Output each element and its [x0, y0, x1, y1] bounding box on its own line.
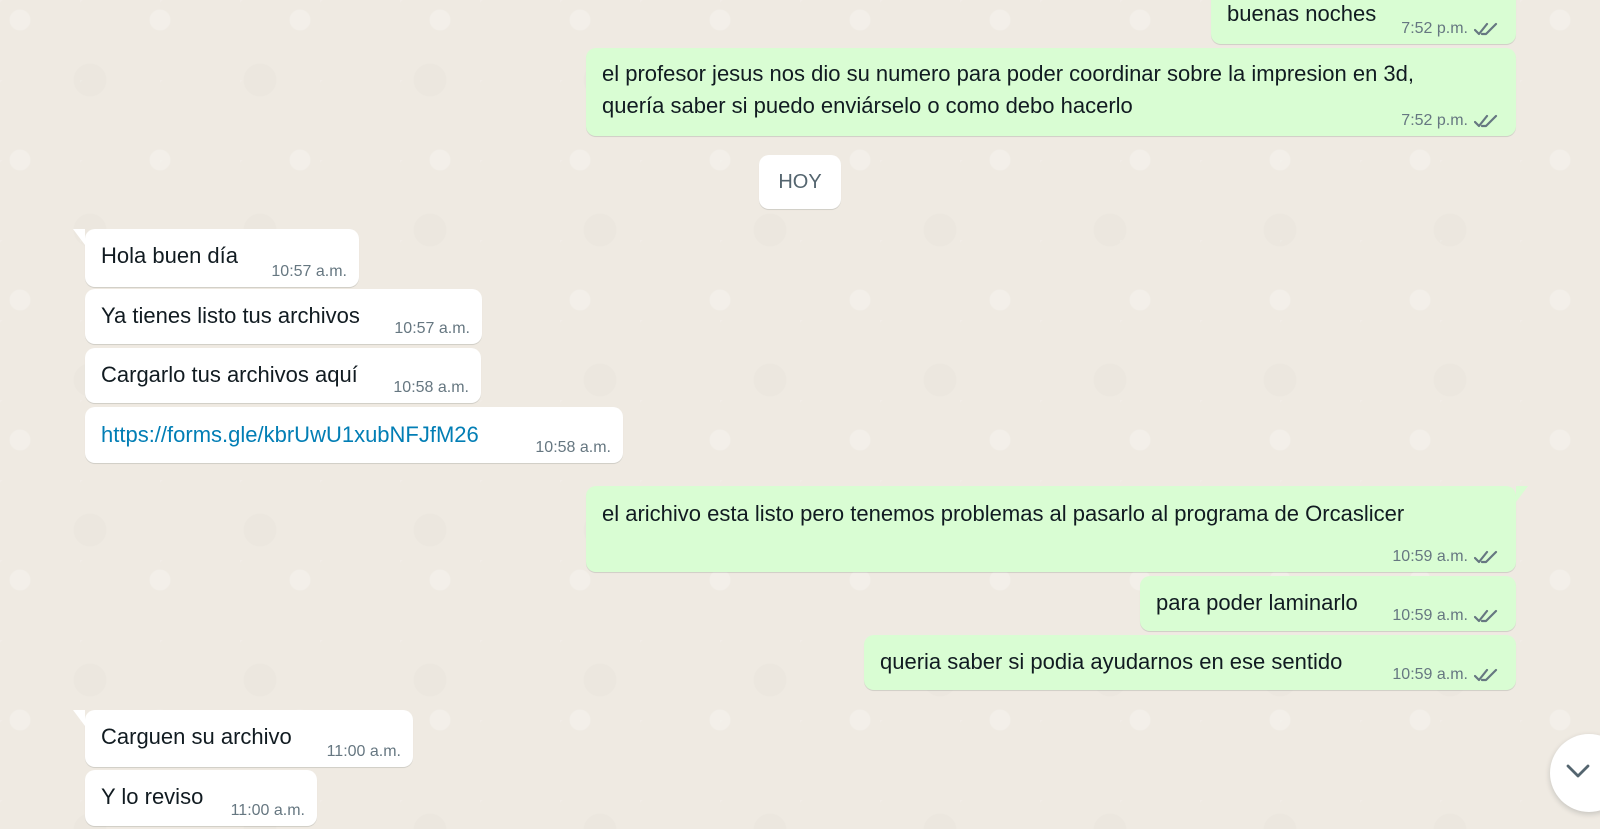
message-time: 7:52 p.m.: [1401, 112, 1468, 129]
message-time: 10:59 a.m.: [1392, 666, 1468, 683]
incoming-message[interactable]: https://forms.gle/kbrUwU1xubNFJfM26 10:5…: [85, 407, 623, 463]
double-check-icon: [1474, 608, 1500, 624]
outgoing-message[interactable]: el profesor jesus nos dio su numero para…: [586, 48, 1516, 136]
incoming-message[interactable]: Cargarlo tus archivos aquí 10:58 a.m.: [85, 348, 481, 403]
message-meta: 7:52 p.m.: [1401, 20, 1500, 38]
message-time: 10:57 a.m.: [271, 263, 347, 280]
message-text: Carguen su archivo: [101, 724, 292, 749]
message-meta: 10:58 a.m.: [535, 439, 611, 457]
message-time: 10:58 a.m.: [535, 439, 611, 456]
chevron-down-icon: [1566, 764, 1590, 778]
message-meta: 7:52 p.m.: [1401, 112, 1500, 130]
message-text: para poder laminarlo: [1156, 590, 1358, 615]
message-text: queria saber si podia ayudarnos en ese s…: [880, 649, 1343, 674]
double-check-icon: [1474, 21, 1500, 37]
message-text: buenas noches: [1227, 1, 1377, 26]
incoming-message[interactable]: Hola buen día 10:57 a.m.: [73, 229, 359, 287]
date-separator: HOY: [759, 155, 841, 209]
message-time: 7:52 p.m.: [1401, 20, 1468, 37]
message-text: el profesor jesus nos dio su numero para…: [602, 61, 1415, 118]
message-time: 11:00 a.m.: [230, 802, 305, 819]
message-meta: 11:00 a.m.: [231, 802, 305, 820]
double-check-icon: [1474, 113, 1500, 129]
outgoing-message[interactable]: para poder laminarlo 10:59 a.m.: [1140, 576, 1516, 631]
message-link[interactable]: https://forms.gle/kbrUwU1xubNFJfM26: [101, 419, 479, 451]
message-text: Cargarlo tus archivos aquí: [101, 362, 358, 387]
incoming-message[interactable]: Y lo reviso 11:00 a.m.: [85, 770, 317, 826]
message-time: 10:59 a.m.: [1392, 607, 1468, 624]
outgoing-message[interactable]: queria saber si podia ayudarnos en ese s…: [864, 635, 1516, 690]
message-time: 10:58 a.m.: [393, 379, 469, 396]
message-time: 10:59 a.m.: [1392, 548, 1468, 565]
message-meta: 10:57 a.m.: [394, 320, 470, 338]
message-time: 11:00 a.m.: [326, 743, 401, 760]
message-meta: 10:59 a.m.: [1392, 548, 1500, 566]
message-text: el arichivo esta listo pero tenemos prob…: [602, 501, 1405, 526]
message-text: Ya tienes listo tus archivos: [101, 303, 360, 328]
message-meta: 11:00 a.m.: [327, 743, 401, 761]
incoming-message[interactable]: Ya tienes listo tus archivos 10:57 a.m.: [85, 289, 482, 344]
outgoing-message[interactable]: buenas noches 7:52 p.m.: [1211, 0, 1516, 44]
message-text: Y lo reviso: [101, 784, 204, 809]
outgoing-message[interactable]: el arichivo esta listo pero tenemos prob…: [586, 486, 1528, 572]
message-text: Hola buen día: [101, 243, 238, 268]
double-check-icon: [1474, 667, 1500, 683]
incoming-message[interactable]: Carguen su archivo 11:00 a.m.: [73, 710, 413, 767]
message-meta: 10:58 a.m.: [393, 379, 469, 397]
message-meta: 10:59 a.m.: [1392, 607, 1500, 625]
message-meta: 10:59 a.m.: [1392, 666, 1500, 684]
double-check-icon: [1474, 549, 1500, 565]
message-time: 10:57 a.m.: [394, 320, 470, 337]
message-meta: 10:57 a.m.: [271, 263, 347, 281]
